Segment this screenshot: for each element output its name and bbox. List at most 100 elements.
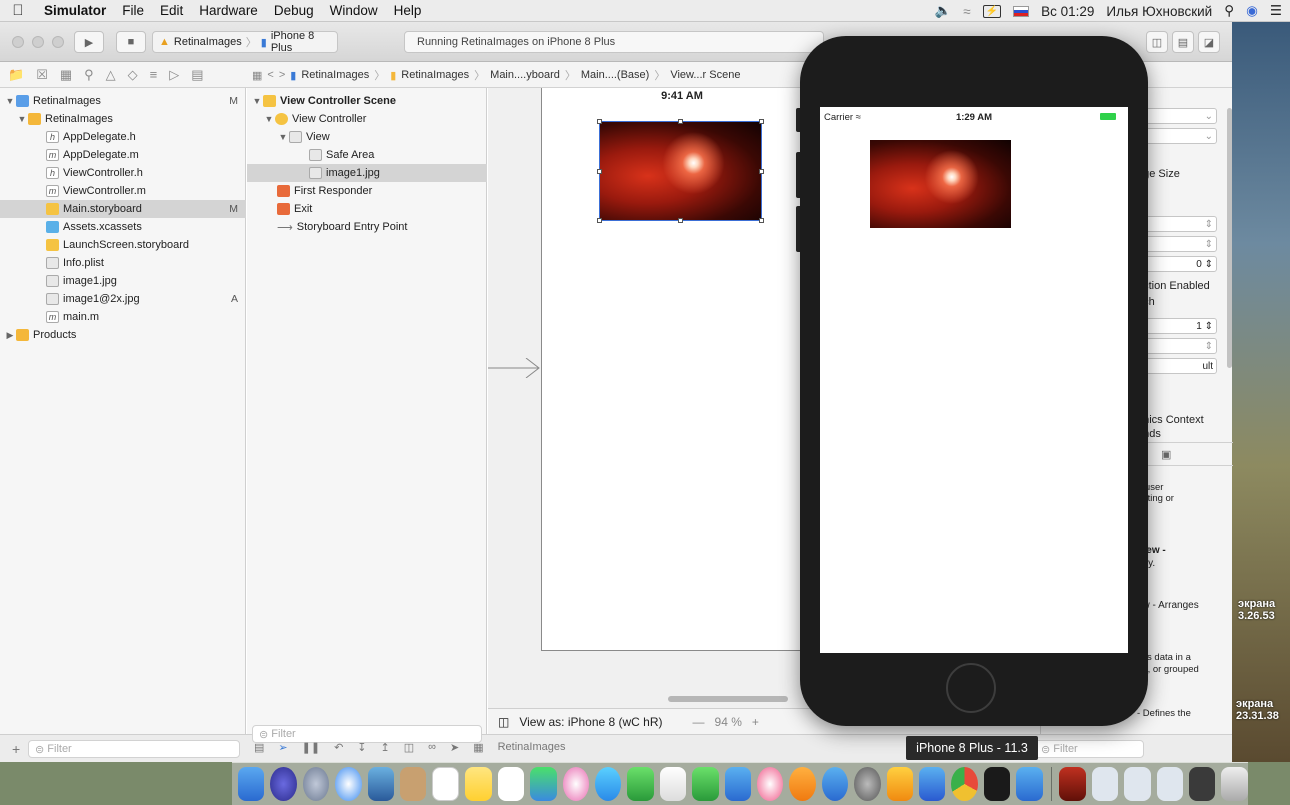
library-filter-field[interactable]: ⊜ Filter [1034, 740, 1144, 758]
menu-window[interactable]: Window [322, 3, 386, 18]
messages-icon[interactable] [594, 767, 622, 801]
inspector-scrollbar[interactable] [1227, 108, 1232, 368]
wifi-icon[interactable]: ≈ [963, 4, 970, 19]
tree-row[interactable]: image1@2x.jpg A [0, 290, 246, 308]
tree-row-selected[interactable]: Main.storyboard M [0, 200, 246, 218]
menu-help[interactable]: Help [386, 3, 430, 18]
pause-icon[interactable]: ❚❚ [302, 741, 320, 754]
close-window-button[interactable] [12, 36, 24, 48]
menu-file[interactable]: File [114, 3, 152, 18]
downloads-stack-icon[interactable] [1059, 767, 1086, 801]
jump-bar-item[interactable]: Main....yboard [490, 69, 560, 81]
horizontal-scrollbar[interactable] [668, 696, 788, 702]
keynote-icon[interactable] [724, 767, 751, 801]
trash-icon[interactable] [1221, 767, 1248, 801]
resize-handle[interactable] [759, 169, 764, 174]
related-items-icon[interactable]: ▦ [252, 69, 262, 82]
input-source-flag-icon[interactable] [1013, 5, 1030, 17]
tree-row[interactable]: ▼ RetinaImages [0, 110, 246, 128]
preview-icon[interactable] [367, 767, 395, 801]
contacts-icon[interactable] [400, 767, 427, 801]
app-store-icon[interactable] [821, 767, 849, 801]
calendar-icon[interactable] [432, 767, 460, 801]
tree-row[interactable]: First Responder [247, 182, 487, 200]
zoom-in-button[interactable]: + [752, 715, 759, 729]
disclosure-open-icon[interactable]: ▼ [4, 96, 16, 106]
view-debugger-icon[interactable]: ◫ [404, 741, 414, 754]
spotlight-search-icon[interactable]: ⚲ [1224, 3, 1234, 19]
disclosure-open-icon[interactable]: ▼ [277, 132, 289, 142]
location-icon[interactable]: ➤ [450, 741, 459, 754]
toggle-debug-area-button[interactable]: ▤ [1172, 31, 1194, 53]
tree-row[interactable]: image1.jpg [0, 272, 246, 290]
menu-user-name[interactable]: Илья Юхновский [1106, 4, 1212, 19]
tree-row[interactable]: m main.m [0, 308, 246, 326]
resize-handle[interactable] [678, 218, 683, 223]
resize-handle[interactable] [597, 218, 602, 223]
desktop-file-label[interactable]: экрана 23.31.38 [1236, 698, 1279, 722]
tree-row[interactable]: m ViewController.m [0, 182, 246, 200]
tree-row[interactable]: LaunchScreen.storyboard [0, 236, 246, 254]
tree-row[interactable]: ▼ View Controller Scene [247, 92, 487, 110]
tree-row[interactable]: ⟶ Storyboard Entry Point [247, 218, 487, 236]
issue-navigator-icon[interactable]: △ [106, 67, 116, 83]
tree-row[interactable]: Assets.xcassets [0, 218, 246, 236]
chrome-icon[interactable] [951, 767, 978, 801]
notes-icon[interactable] [465, 767, 492, 801]
finder-icon[interactable] [238, 767, 265, 801]
jump-bar-item[interactable]: RetinaImages [401, 69, 469, 81]
siri-icon[interactable]: ◉ [1246, 3, 1258, 19]
menu-clock[interactable]: Вс 01:29 [1041, 4, 1094, 19]
battery-status-icon[interactable]: ⚡ [982, 4, 1002, 18]
document-stack-icon[interactable] [1124, 767, 1151, 801]
lite-app-icon[interactable] [886, 767, 913, 801]
minimize-window-button[interactable] [32, 36, 44, 48]
reminders-icon[interactable] [497, 767, 525, 801]
tree-row-selected[interactable]: image1.jpg [247, 164, 487, 182]
step-into-icon[interactable]: ↧ [357, 741, 366, 754]
facetime-icon[interactable] [627, 767, 654, 801]
safari-icon[interactable] [335, 767, 362, 801]
zoom-window-button[interactable] [52, 36, 64, 48]
project-navigator-icon[interactable]: 📁 [8, 67, 24, 83]
disclosure-closed-icon[interactable]: ▶ [4, 330, 16, 341]
document-stack-icon[interactable] [1156, 767, 1184, 801]
back-icon[interactable]: < [267, 69, 273, 81]
simulator-dock-icon[interactable] [1016, 767, 1043, 801]
resize-handle[interactable] [678, 119, 683, 124]
apple-menu-icon[interactable]:  [0, 2, 36, 19]
terminal-icon[interactable] [983, 767, 1011, 801]
pages-icon[interactable] [659, 767, 687, 801]
window-thumbnail-icon[interactable] [1189, 767, 1216, 801]
test-navigator-icon[interactable]: ◇ [128, 67, 138, 83]
toggle-navigator-button[interactable]: ◫ [1146, 31, 1168, 53]
itunes-icon[interactable] [756, 767, 784, 801]
resize-handle[interactable] [759, 218, 764, 223]
scene-view[interactable]: 9:41 AM [541, 88, 821, 651]
resize-handle[interactable] [759, 119, 764, 124]
volume-icon[interactable]: 🔈 [934, 3, 951, 19]
tree-row[interactable]: h ViewController.h [0, 164, 246, 182]
numbers-icon[interactable] [692, 767, 719, 801]
disclosure-open-icon[interactable]: ▼ [251, 96, 263, 106]
xcode-icon[interactable] [918, 767, 946, 801]
debug-navigator-icon[interactable]: ≡ [150, 67, 158, 83]
menu-app-name[interactable]: Simulator [36, 3, 114, 18]
system-preferences-icon[interactable] [854, 767, 881, 801]
media-library-icon[interactable]: ▣ [1161, 448, 1171, 461]
breakpoint-navigator-icon[interactable]: ▷ [169, 67, 179, 83]
toggle-inspector-button[interactable]: ◪ [1198, 31, 1220, 53]
tree-row[interactable]: Info.plist [0, 254, 246, 272]
add-file-icon[interactable]: + [12, 741, 20, 757]
view-as-label[interactable]: View as: iPhone 8 (wC hR) [519, 715, 662, 729]
siri-dock-icon[interactable] [270, 767, 297, 801]
menu-debug[interactable]: Debug [266, 3, 322, 18]
tree-row[interactable]: ▼ View [247, 128, 487, 146]
step-over-icon[interactable]: ↶ [334, 741, 343, 754]
find-navigator-icon[interactable]: ⚲ [84, 67, 94, 83]
run-button[interactable]: ▶ [74, 31, 104, 53]
simulator-screen[interactable]: Carrier ≈ 1:29 AM [820, 107, 1128, 653]
notification-center-icon[interactable]: ☰ [1270, 3, 1282, 19]
tree-row[interactable]: ▼ RetinaImages M [0, 92, 246, 110]
jump-bar-item[interactable]: Main....(Base) [581, 69, 649, 81]
